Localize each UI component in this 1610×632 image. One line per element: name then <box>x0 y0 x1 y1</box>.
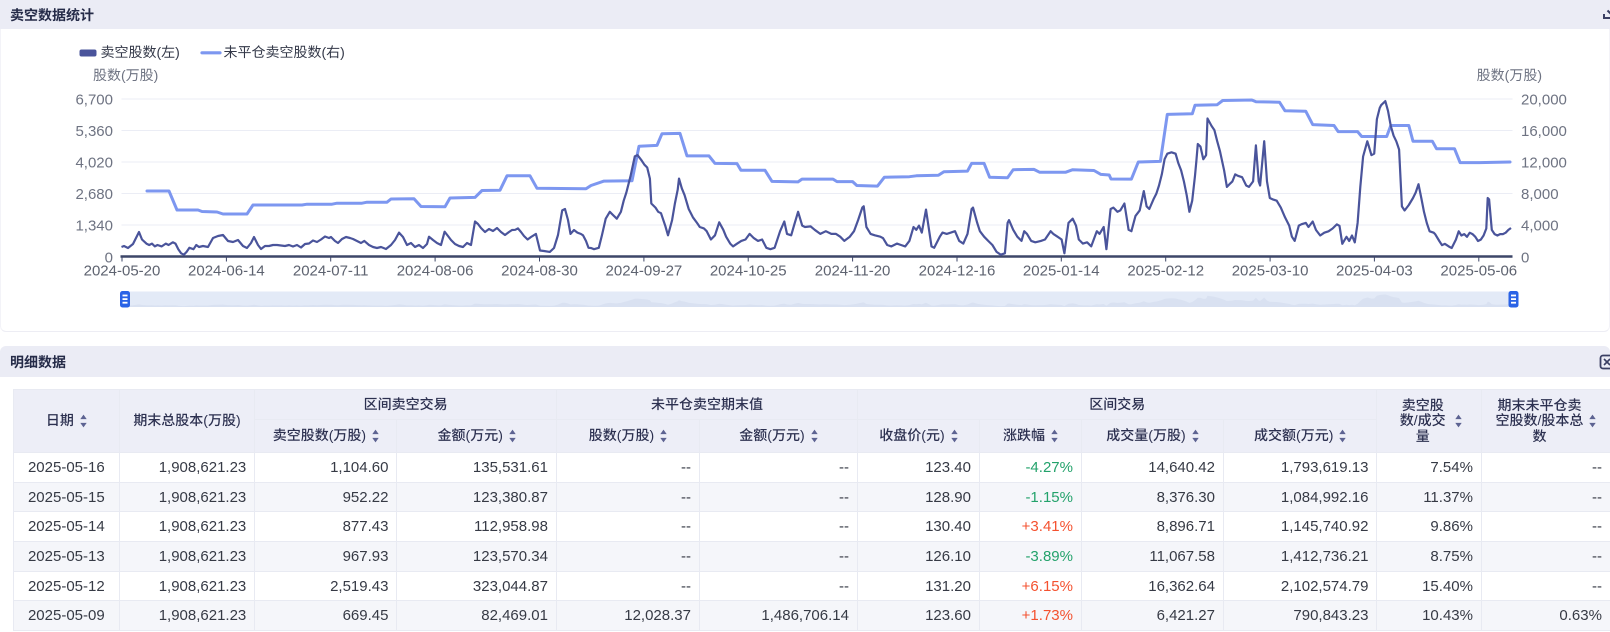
svg-text:20,000: 20,000 <box>1521 92 1567 109</box>
svg-text:2025-02-12: 2025-02-12 <box>1127 263 1204 280</box>
svg-text:股数(万股): 股数(万股) <box>93 67 158 83</box>
svg-text:2024-10-25: 2024-10-25 <box>710 263 787 280</box>
svg-text:5,360: 5,360 <box>75 123 113 140</box>
svg-text:1,340: 1,340 <box>75 218 113 235</box>
svg-text:2024-08-06: 2024-08-06 <box>397 263 474 280</box>
svg-text:2024-08-30: 2024-08-30 <box>501 263 578 280</box>
svg-text:2024-06-14: 2024-06-14 <box>188 263 265 280</box>
svg-text:6,700: 6,700 <box>75 92 113 109</box>
svg-text:2024-07-11: 2024-07-11 <box>293 263 369 280</box>
svg-text:12,000: 12,000 <box>1521 155 1567 172</box>
svg-text:0: 0 <box>1521 250 1529 267</box>
svg-text:2025-04-03: 2025-04-03 <box>1336 263 1413 280</box>
svg-text:4,020: 4,020 <box>75 155 113 172</box>
svg-text:2024-11-20: 2024-11-20 <box>815 263 891 280</box>
svg-text:16,000: 16,000 <box>1521 123 1567 140</box>
svg-text:2024-09-27: 2024-09-27 <box>606 263 683 280</box>
svg-text:2024-12-16: 2024-12-16 <box>919 263 996 280</box>
svg-text:股数(万股): 股数(万股) <box>1477 67 1542 83</box>
svg-text:2025-03-10: 2025-03-10 <box>1232 263 1309 280</box>
svg-text:卖空股数(左): 卖空股数(左) <box>101 44 180 60</box>
svg-text:4,000: 4,000 <box>1521 218 1559 235</box>
svg-text:2,680: 2,680 <box>75 186 113 203</box>
svg-text:2025-01-14: 2025-01-14 <box>1023 263 1100 280</box>
svg-text:8,000: 8,000 <box>1521 186 1559 203</box>
svg-text:2025-05-06: 2025-05-06 <box>1440 263 1517 280</box>
svg-text:未平仓卖空股数(右): 未平仓卖空股数(右) <box>224 44 345 60</box>
svg-text:2024-05-20: 2024-05-20 <box>84 263 161 280</box>
